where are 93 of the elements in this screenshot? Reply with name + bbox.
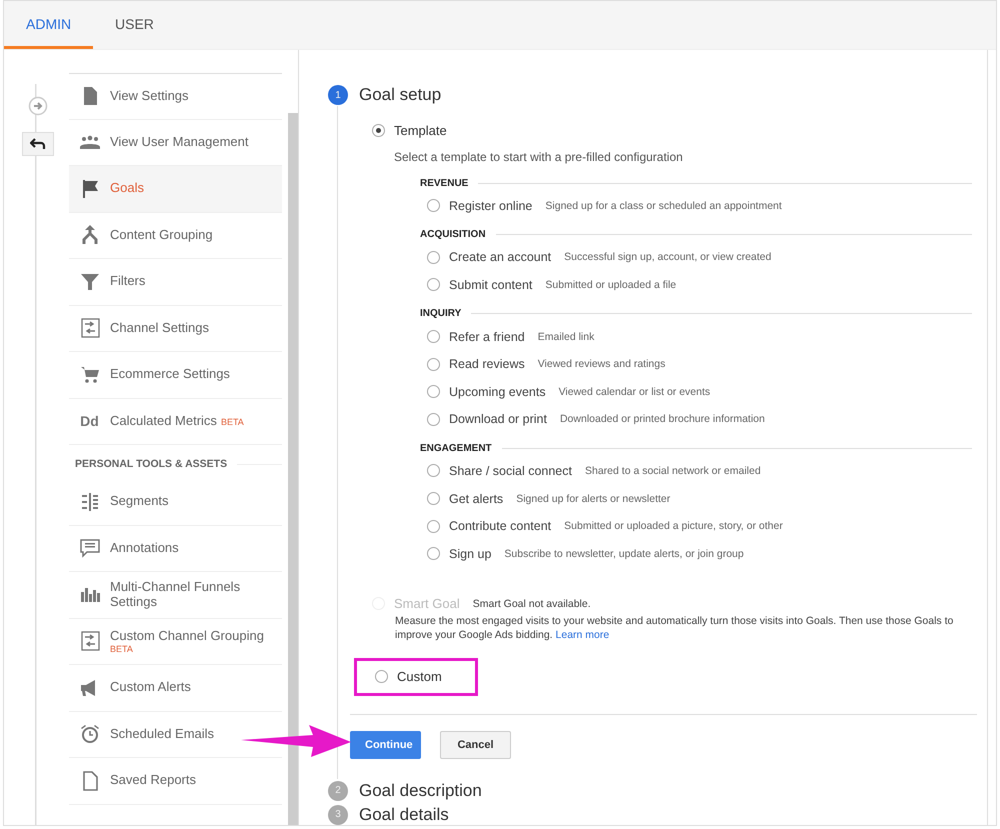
- back-arrow-icon: [30, 138, 46, 150]
- option-description: Signed up for alerts or newsletter: [516, 492, 670, 505]
- sidebar-item[interactable]: Saved Reports: [69, 758, 282, 804]
- radio-button[interactable]: [427, 385, 440, 398]
- beta-label: BETA: [220, 416, 244, 428]
- sidebar-item[interactable]: Custom Alerts: [69, 665, 282, 712]
- option-label: Upcoming events: [449, 384, 546, 399]
- item-label: Segments: [110, 494, 169, 510]
- letters-icon: Dd: [80, 413, 99, 430]
- step-number: 2: [328, 780, 348, 801]
- radio-button[interactable]: [427, 492, 440, 506]
- option-label: Get alerts: [449, 492, 504, 506]
- option-description: Subscribe to newsletter, update alerts, or join group: [504, 548, 744, 560]
- item-label: Multi-Channel Funnels Settings: [110, 580, 242, 610]
- sidebar-item[interactable]: View Settings: [69, 73, 282, 120]
- sidebar-item[interactable]: Ecommerce Settings: [69, 352, 282, 398]
- option-description: Submitted or uploaded a picture, story, or other: [564, 520, 783, 532]
- item-label: Calculated Metrics: [110, 414, 217, 429]
- radio-label: Custom: [397, 669, 442, 684]
- tab[interactable]: USER: [93, 1, 176, 49]
- option-description: Submitted or uploaded a file: [545, 278, 676, 291]
- radio-button[interactable]: [427, 358, 440, 371]
- item-label: Annotations: [110, 540, 179, 556]
- radio-button[interactable]: [427, 330, 440, 344]
- sidebar-item[interactable]: Filters: [69, 259, 282, 306]
- radio-button[interactable]: [427, 547, 440, 560]
- option-label: Register online: [449, 198, 532, 213]
- option-description: Viewed reviews and ratings: [538, 358, 666, 370]
- category-heading: REVENUE: [420, 178, 468, 188]
- sidebar-item[interactable]: Multi-Channel Funnels Settings: [69, 572, 282, 618]
- unavailable-note: Smart Goal not available.: [472, 598, 591, 610]
- swap-arrows-icon: [78, 630, 100, 652]
- sidebar-item[interactable]: Goals: [69, 166, 282, 212]
- option-label: Sign up: [449, 546, 492, 561]
- item-label: Saved Reports: [110, 773, 196, 788]
- swap-arrows-icon: [78, 317, 100, 340]
- cancel-button[interactable]: Cancel: [440, 730, 511, 759]
- radio-button[interactable]: [427, 520, 440, 533]
- step-number: 3: [328, 804, 348, 825]
- category-heading: ACQUISITION: [420, 229, 486, 240]
- alarm-clock-icon: [78, 723, 100, 746]
- item-label: Channel Settings: [110, 320, 210, 336]
- radio-button[interactable]: [372, 124, 385, 136]
- option-label: Read reviews: [449, 357, 525, 372]
- item-label: Goals: [110, 181, 144, 196]
- option-description: Emailed link: [538, 330, 594, 343]
- sidebar-item[interactable]: Annotations: [69, 526, 282, 572]
- item-label: View User Management: [110, 134, 248, 150]
- step-title: Goal details: [359, 804, 449, 825]
- option-label: Submit content: [449, 278, 532, 292]
- section-heading: PERSONAL TOOLS & ASSETS: [75, 458, 228, 470]
- radio-button[interactable]: [427, 250, 440, 264]
- back-button[interactable]: [22, 132, 54, 156]
- item-label: View Settings: [110, 88, 189, 104]
- option-description: Signed up for a class or scheduled an appointment: [545, 200, 782, 212]
- option-label: Download or print: [449, 412, 547, 426]
- option-description: Downloaded or printed brochure information: [560, 413, 765, 426]
- option-label: Contribute content: [449, 519, 552, 534]
- continue-button[interactable]: Continue: [350, 730, 421, 759]
- radio-button[interactable]: [427, 412, 440, 426]
- sidebar-item[interactable]: Content Grouping: [69, 212, 282, 259]
- step-number: 1: [328, 85, 348, 105]
- sidebar-item[interactable]: Channel Settings: [69, 306, 282, 352]
- radio-label: Template: [394, 122, 447, 138]
- sidebar-item[interactable]: Custom Channel Grouping BETA: [69, 618, 282, 665]
- comment-icon: [78, 537, 100, 560]
- beta-label: BETA: [110, 644, 133, 654]
- radio-button[interactable]: [375, 670, 388, 684]
- smart-goal-description: Measure the most engaged visits to your website and automatically turn those visits into Goals. Then use those Goals to improve your Google Ads bidding. Learn more: [395, 614, 954, 642]
- category-heading: ENGAGEMENT: [420, 442, 492, 454]
- template-hint: Select a template to start with a pre-filled configuration: [394, 150, 684, 164]
- radio-button[interactable]: [427, 199, 440, 212]
- option-label: Refer a friend: [449, 330, 525, 344]
- option-description: Viewed calendar or list or events: [558, 386, 710, 398]
- item-label: Scheduled Emails: [110, 726, 214, 742]
- option-label: Share / social connect: [449, 464, 572, 478]
- sidebar-item[interactable]: Dd Calculated Metrics BETA: [69, 398, 282, 445]
- item-label: Filters: [110, 274, 146, 290]
- option-description: Successful sign up, account, or view created: [564, 251, 772, 264]
- step-title: Goal description: [359, 780, 482, 801]
- item-label: Custom Channel Grouping: [110, 628, 264, 644]
- item-label: Custom Alerts: [110, 680, 191, 696]
- option-description: Shared to a social network or emailed: [585, 464, 761, 477]
- option-label: Create an account: [449, 250, 552, 264]
- radio-button[interactable]: [427, 278, 440, 292]
- category-heading: INQUIRY: [420, 308, 462, 320]
- radio-label: Smart Goal: [394, 596, 460, 612]
- scrollbar[interactable]: [288, 113, 298, 825]
- item-label: Content Grouping: [110, 228, 213, 243]
- radio-button[interactable]: [427, 464, 440, 478]
- sidebar-item[interactable]: Segments: [69, 479, 282, 526]
- step-title: Goal setup: [359, 85, 442, 105]
- item-label: Ecommerce Settings: [110, 367, 230, 382]
